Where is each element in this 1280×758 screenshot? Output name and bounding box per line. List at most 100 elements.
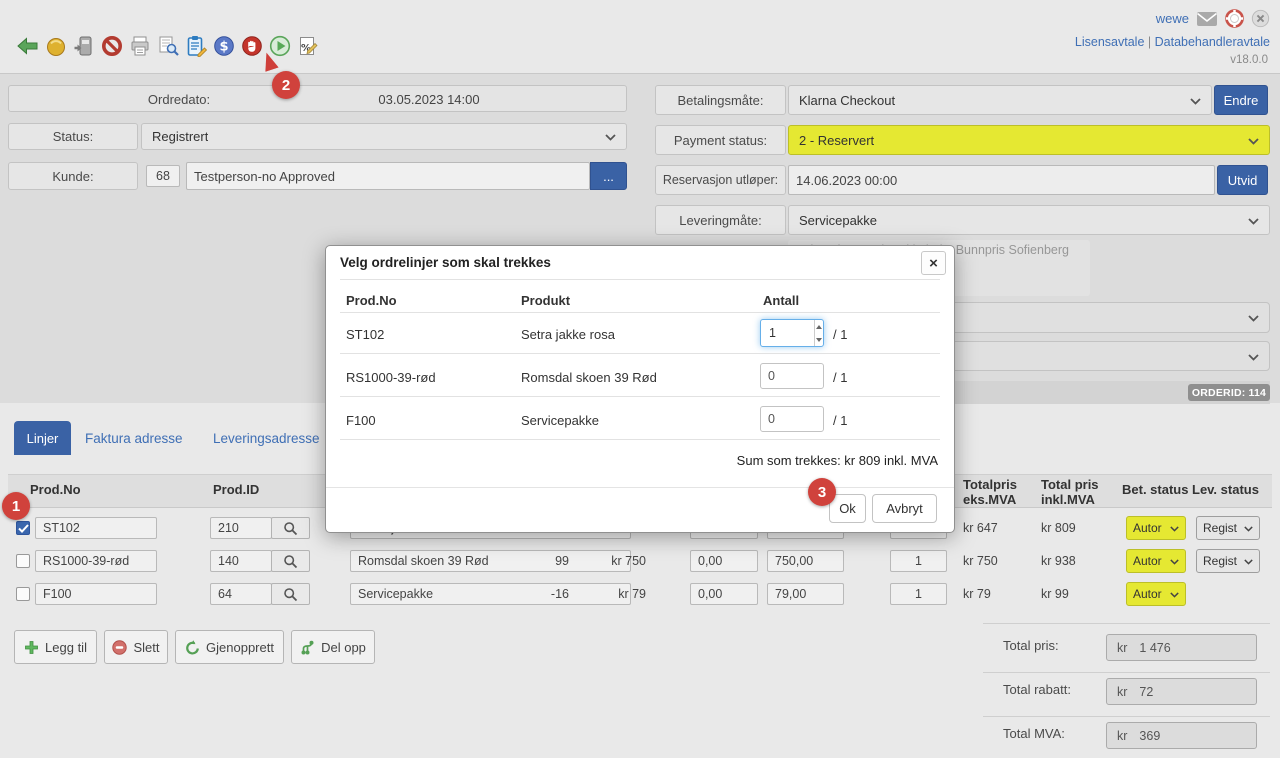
ok-button[interactable]: Ok [829,494,866,523]
status-select[interactable]: Registrert [141,123,627,150]
payment-status-value: 2 - Reservert [799,133,874,148]
bet-status-select[interactable]: Autor [1126,549,1186,573]
unit-price-input[interactable] [767,550,844,572]
reservasjon-input[interactable] [788,165,1215,195]
cancel-icon[interactable] [100,34,124,58]
dialog-title: Velg ordrelinjer som skal trekkes [340,246,551,279]
tab-linjer[interactable]: Linjer [14,421,71,455]
stepper-up-icon[interactable] [815,320,823,333]
modal-produkt: Romsdal skoen 39 Rød [521,370,657,385]
qty-input[interactable] [890,583,947,605]
product-search-button[interactable] [271,550,310,572]
col-lev-status: Lev. status [1192,482,1259,497]
prodid-input[interactable] [210,550,272,572]
annotation-step-2: 2 [272,71,300,99]
close-icon[interactable]: × [921,251,946,275]
kunde-label: Kunde: [8,162,138,190]
discount-input[interactable] [690,583,758,605]
payment-status-select[interactable]: 2 - Reservert [788,125,1270,155]
total-mva-label: Total MVA: [1003,726,1065,741]
trekk-qty-input[interactable] [760,363,824,389]
mail-icon[interactable] [1196,11,1218,27]
user-link[interactable]: wewe [1156,11,1189,26]
chevron-down-icon [1244,521,1253,535]
modal-col-antall: Antall [763,293,799,308]
lock-icon[interactable] [44,34,68,58]
avbryt-button[interactable]: Avbryt [872,494,937,523]
modal-prodno: F100 [346,413,376,428]
lev-status-select[interactable]: Regist [1196,549,1260,573]
trekk-qty-input[interactable] [761,320,814,346]
total-rabatt-value: kr72 [1106,678,1257,705]
bet-status-select[interactable]: Autor [1126,516,1186,540]
slett-button[interactable]: Slett [104,630,168,664]
customer-name-input[interactable] [186,162,590,190]
document-search-icon[interactable] [156,34,180,58]
total-mva-value: kr369 [1106,722,1257,749]
total-pris-label: Total pris: [1003,638,1059,653]
tab-faktura-adresse[interactable]: Faktura adresse [85,421,183,455]
leveringmate-select[interactable]: Servicepakke [788,205,1270,235]
trekk-qty-input[interactable] [760,406,824,432]
prodno-input[interactable] [35,550,157,572]
tab-leveringsadresse[interactable]: Leveringsadresse [213,421,320,455]
trekk-ordrelinjer-dialog: Velg ordrelinjer som skal trekkes × Prod… [325,245,955,533]
discount-input[interactable] [690,550,758,572]
lev-status-select[interactable]: Regist [1196,516,1260,540]
close-session-icon[interactable] [1251,9,1270,28]
trekk-qty-stepper[interactable] [760,319,824,347]
bet-status-select[interactable]: Autor [1126,582,1186,606]
total-pris-value: kr1 476 [1106,634,1257,661]
edit-rates-icon[interactable]: % [296,34,320,58]
help-lifering-icon[interactable] [1225,9,1244,28]
chevron-down-icon [1244,554,1253,568]
totals-divider [983,672,1270,673]
modal-qty-max: / 1 [833,413,847,428]
total-inc-value: kr 809 [1041,521,1076,535]
notes-icon[interactable] [184,34,208,58]
stepper-down-icon[interactable] [815,333,823,346]
modal-prodno: ST102 [346,327,384,342]
totals-divider [983,716,1270,717]
payment-icon[interactable]: $ [212,34,236,58]
order-page: $ % wewe Lisensavtale | Databehandleravt… [0,0,1280,758]
back-icon[interactable] [16,34,40,58]
price-value: kr 79 [584,587,646,601]
prodid-input[interactable] [210,583,272,605]
total-inc-value: kr 99 [1041,587,1069,601]
version-label: v18.0.0 [1230,54,1268,66]
chevron-down-icon [1248,310,1259,325]
card-terminal-icon[interactable] [72,34,96,58]
product-search-button[interactable] [271,583,310,605]
data-processing-agreement-link[interactable]: Databehandleravtale [1155,35,1270,49]
chevron-down-icon [605,129,616,144]
modal-col-prodno: Prod.No [346,293,397,308]
prodno-input[interactable] [35,583,157,605]
unit-price-input[interactable] [767,583,844,605]
product-search-button[interactable] [271,517,310,539]
license-agreement-link[interactable]: Lisensavtale [1075,35,1145,49]
del-opp-button[interactable]: Del opp [291,630,375,664]
customer-id-input[interactable] [146,165,180,187]
gjenopprett-button[interactable]: Gjenopprett [175,630,284,664]
print-icon[interactable] [128,34,152,58]
prodno-input[interactable] [35,517,157,539]
stepper-arrows[interactable] [814,320,823,346]
stock-value: 99 [527,554,569,568]
utvid-button[interactable]: Utvid [1217,165,1268,195]
customer-browse-button[interactable]: ... [590,162,627,190]
row-checkbox[interactable] [16,587,30,601]
status-label: Status: [8,123,138,150]
prodid-input[interactable] [210,517,272,539]
endre-button[interactable]: Endre [1214,85,1268,115]
row-checkbox[interactable] [16,521,30,535]
qty-input[interactable] [890,550,947,572]
betalingsmate-select[interactable]: Klarna Checkout [788,85,1212,115]
status-value: Registrert [152,129,208,144]
agreement-links: Lisensavtale | Databehandleravtale [1075,35,1270,49]
row-checkbox[interactable] [16,554,30,568]
chevron-down-icon [1248,213,1259,228]
total-rabatt-label: Total rabatt: [1003,682,1071,697]
legg-til-button[interactable]: Legg til [14,630,97,664]
total-ex-value: kr 79 [963,587,991,601]
